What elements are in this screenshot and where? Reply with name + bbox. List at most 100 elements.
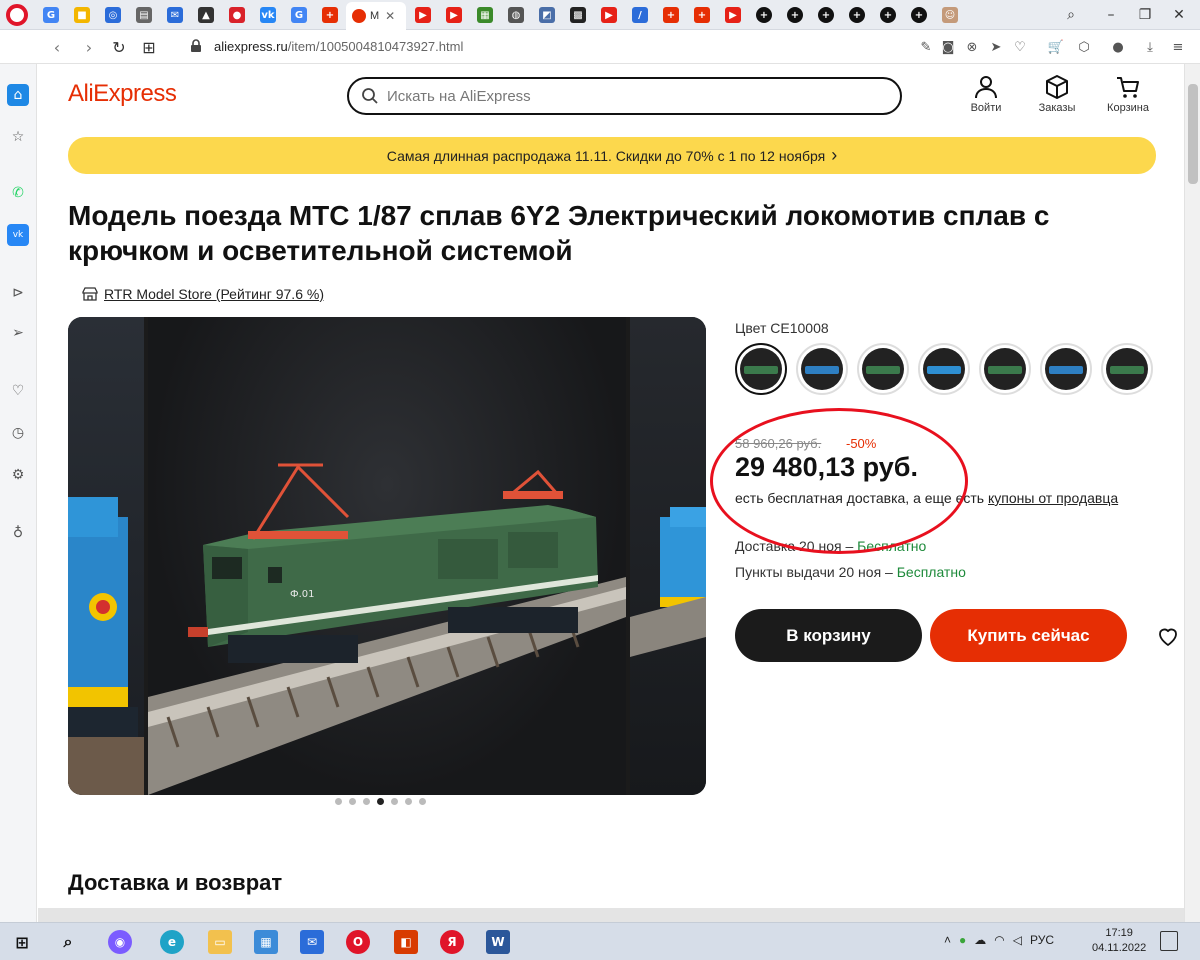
- youtube-tab[interactable]: ▶: [412, 4, 434, 26]
- wishlist-heart-icon[interactable]: [1156, 624, 1180, 648]
- camera-icon[interactable]: ◙: [938, 37, 958, 57]
- pen-tab[interactable]: /: [629, 4, 651, 26]
- lightbulb-icon[interactable]: ♁: [7, 522, 29, 544]
- notifications-icon[interactable]: [1160, 931, 1178, 951]
- image-tab[interactable]: ▦: [474, 4, 496, 26]
- plus-circle-tab[interactable]: +: [815, 4, 837, 26]
- color-swatch[interactable]: [735, 343, 787, 395]
- office-icon[interactable]: ◧: [394, 930, 418, 954]
- search-box[interactable]: [347, 77, 902, 115]
- aliexpress-tab[interactable]: +: [660, 4, 682, 26]
- heart-icon[interactable]: ♡: [7, 380, 29, 402]
- account-icon[interactable]: ●: [1108, 37, 1128, 57]
- car-tab[interactable]: ▲: [195, 4, 217, 26]
- tray-app-icon[interactable]: ●: [959, 933, 966, 947]
- plus-circle-tab[interactable]: +: [784, 4, 806, 26]
- speaker-icon[interactable]: ◁: [1013, 933, 1022, 947]
- settings-icon[interactable]: ⚙: [7, 464, 29, 486]
- youtube-tab[interactable]: ▶: [598, 4, 620, 26]
- vk-icon[interactable]: vk: [7, 224, 29, 246]
- login-button[interactable]: Войти: [956, 74, 1016, 114]
- gallery-prev-photo[interactable]: [68, 317, 144, 795]
- file-explorer-icon[interactable]: ▭: [208, 930, 232, 954]
- opera-logo-icon[interactable]: [6, 4, 28, 26]
- windows-tab[interactable]: ■: [71, 4, 93, 26]
- mail-icon[interactable]: ✉: [300, 930, 324, 954]
- history-icon[interactable]: ◷: [7, 422, 29, 444]
- globe-tab[interactable]: ◍: [505, 4, 527, 26]
- alice-assistant-icon[interactable]: ◉: [108, 930, 132, 954]
- plus-circle-tab[interactable]: +: [846, 4, 868, 26]
- scroll-thumb[interactable]: [1188, 84, 1198, 184]
- gallery-dot[interactable]: [363, 798, 370, 805]
- page-scrollbar[interactable]: [1184, 64, 1200, 922]
- horizontal-scrollbar[interactable]: [38, 908, 1184, 922]
- profile-tab[interactable]: ☺: [939, 4, 961, 26]
- search-input[interactable]: [387, 87, 867, 105]
- orders-button[interactable]: Заказы: [1027, 74, 1087, 114]
- store-icon[interactable]: ▦: [254, 930, 278, 954]
- color-swatch[interactable]: [796, 343, 848, 395]
- bookmark-tab[interactable]: ◩: [536, 4, 558, 26]
- color-swatch[interactable]: [1040, 343, 1092, 395]
- google-tab[interactable]: G: [288, 4, 310, 26]
- store-link[interactable]: RTR Model Store (Рейтинг 97.6 %): [82, 286, 324, 302]
- tab-aliexpress-active[interactable]: M ✕: [346, 2, 406, 30]
- close-window-icon[interactable]: ✕: [1168, 4, 1190, 26]
- tab-search-icon[interactable]: ⌕: [1060, 4, 1082, 26]
- block-icon[interactable]: ⊗: [962, 37, 982, 57]
- mail-tab[interactable]: ✉: [164, 4, 186, 26]
- download-icon[interactable]: ⤓: [1140, 37, 1160, 57]
- yandex-browser-icon[interactable]: Я: [440, 930, 464, 954]
- vk-tab[interactable]: vk: [257, 4, 279, 26]
- plus-circle-tab[interactable]: +: [877, 4, 899, 26]
- gallery-dot[interactable]: [391, 798, 398, 805]
- aliexpress-tab[interactable]: +: [319, 4, 341, 26]
- gallery-dot[interactable]: [405, 798, 412, 805]
- cube-icon[interactable]: ⬡: [1074, 37, 1094, 57]
- color-swatch[interactable]: [918, 343, 970, 395]
- youtube-tab[interactable]: ▶: [722, 4, 744, 26]
- reload-icon[interactable]: ↻: [108, 36, 130, 58]
- minimize-icon[interactable]: –: [1100, 4, 1122, 26]
- cart-extension-icon[interactable]: 🛒: [1046, 37, 1066, 57]
- gallery-next-photo[interactable]: [630, 317, 706, 795]
- gallery-dot[interactable]: [349, 798, 356, 805]
- edge-icon[interactable]: e: [160, 930, 184, 954]
- globe-tab[interactable]: ◎: [102, 4, 124, 26]
- opera-icon[interactable]: O: [346, 930, 370, 954]
- word-icon[interactable]: W: [486, 930, 510, 954]
- document-tab[interactable]: ▤: [133, 4, 155, 26]
- home-icon[interactable]: ⌂: [7, 84, 29, 106]
- color-swatch[interactable]: [1101, 343, 1153, 395]
- aliexpress-logo[interactable]: AliExpress: [68, 80, 177, 108]
- heart-icon[interactable]: ♡: [1010, 37, 1030, 57]
- whatsapp-icon[interactable]: ✆: [7, 182, 29, 204]
- cart-button[interactable]: Корзина: [1098, 74, 1158, 114]
- tab-close-icon[interactable]: ✕: [385, 9, 395, 23]
- search-icon[interactable]: ⌕: [56, 930, 80, 954]
- gallery-dot[interactable]: [335, 798, 342, 805]
- youtube-tab[interactable]: ▶: [443, 4, 465, 26]
- gallery-main-photo[interactable]: Ф.01: [148, 317, 626, 795]
- wifi-icon[interactable]: ◠: [994, 933, 1004, 947]
- buy-now-button[interactable]: Купить сейчас: [930, 609, 1127, 662]
- chevron-up-icon[interactable]: ˄: [944, 933, 951, 947]
- windows-start-icon[interactable]: ⊞: [10, 930, 34, 954]
- forward-icon[interactable]: ›: [78, 36, 100, 58]
- gallery-dot[interactable]: [377, 798, 384, 805]
- edit-icon[interactable]: ✎: [916, 37, 936, 57]
- plus-circle-tab[interactable]: +: [908, 4, 930, 26]
- back-icon[interactable]: ‹: [46, 36, 68, 58]
- menu-icon[interactable]: ≡: [1168, 37, 1188, 57]
- restore-icon[interactable]: ❐: [1134, 4, 1156, 26]
- plus-circle-tab[interactable]: +: [753, 4, 775, 26]
- seller-coupons-link[interactable]: купоны от продавца: [988, 490, 1118, 506]
- aliexpress-tab[interactable]: +: [691, 4, 713, 26]
- add-to-cart-button[interactable]: В корзину: [735, 609, 922, 662]
- color-swatch[interactable]: [857, 343, 909, 395]
- url-field[interactable]: aliexpress.ru/item/1005004810473927.html: [214, 39, 463, 54]
- speed-dial-icon[interactable]: ⊞: [138, 36, 160, 58]
- language-indicator[interactable]: РУС: [1030, 933, 1054, 947]
- color-swatch[interactable]: [979, 343, 1031, 395]
